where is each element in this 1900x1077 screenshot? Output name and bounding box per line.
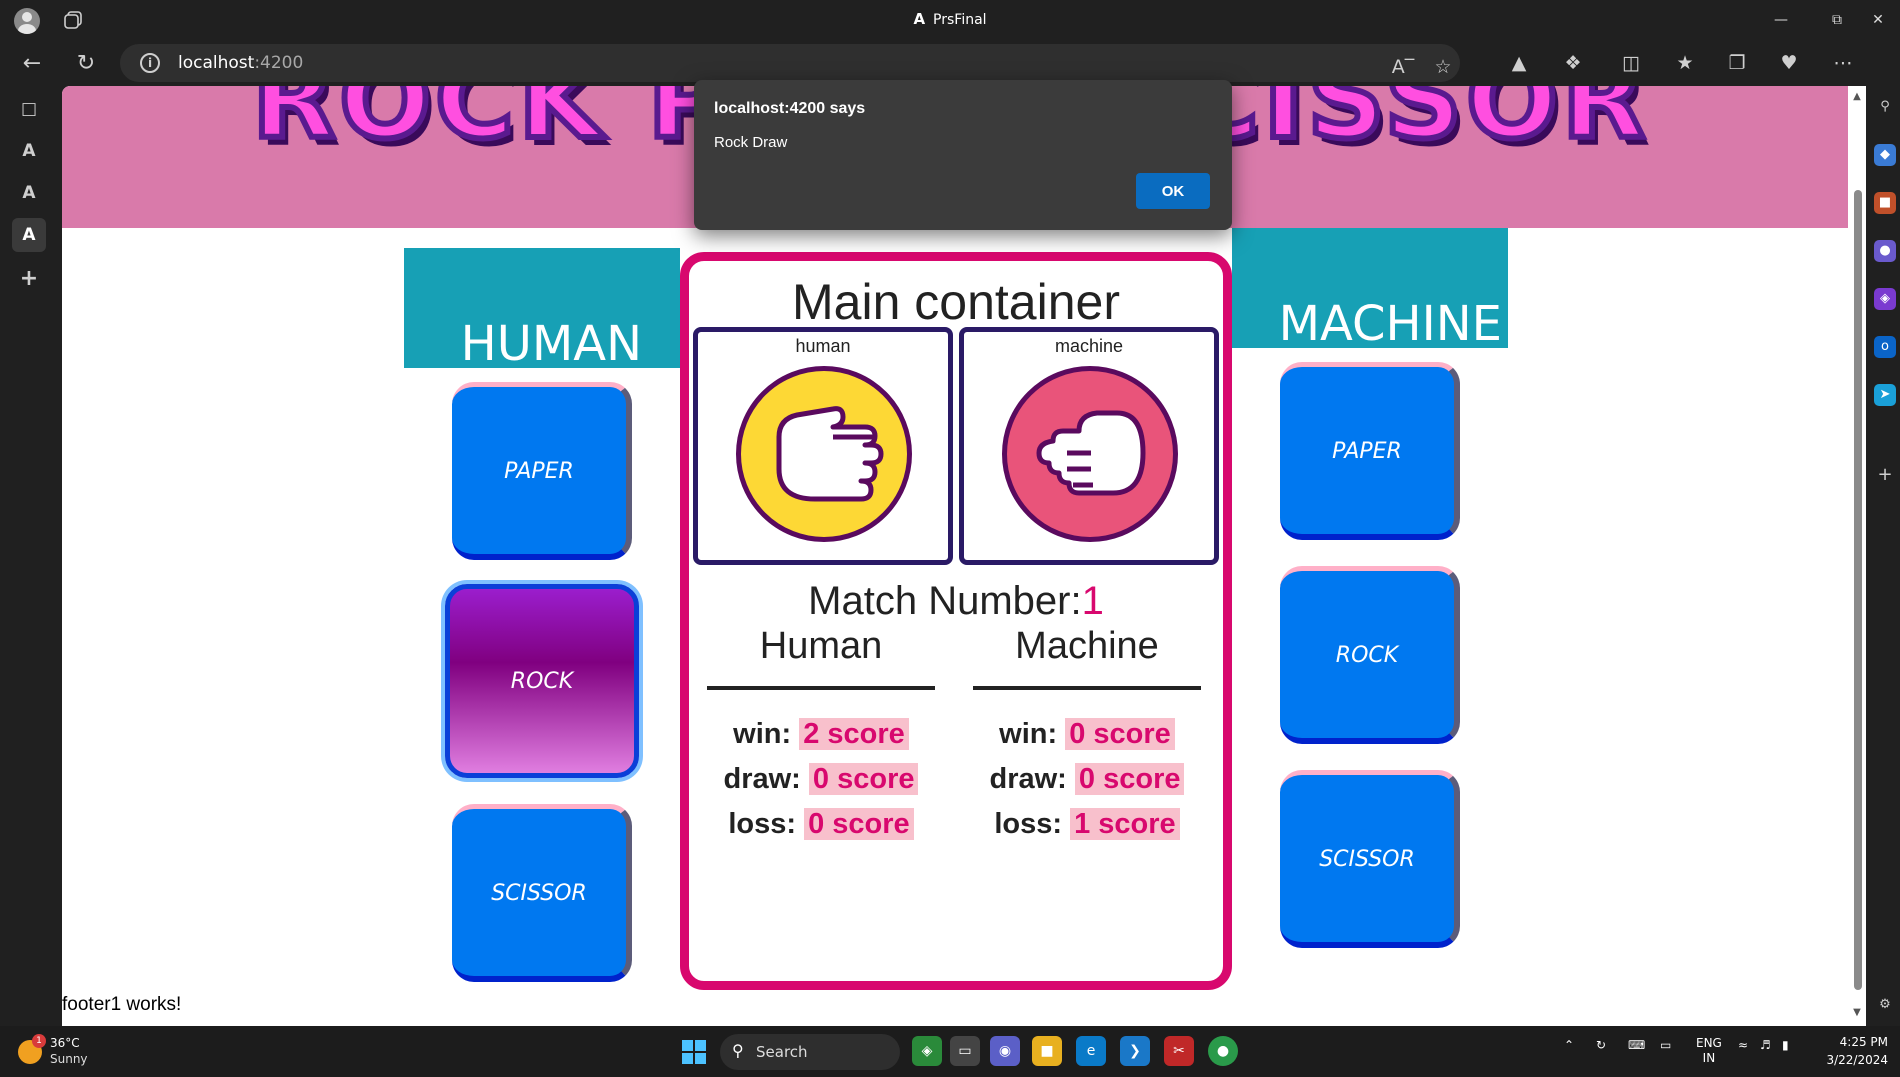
machine-paper-button[interactable]: PAPER: [1280, 362, 1460, 540]
split-screen-icon[interactable]: ◫: [1618, 50, 1644, 76]
dialog-ok-button[interactable]: OK: [1136, 173, 1210, 209]
match-number-value: 1: [1081, 579, 1104, 623]
edge-browser-icon[interactable]: e: [1076, 1036, 1106, 1066]
extension-icon[interactable]: ▲: [1506, 50, 1532, 76]
add-sidebar-icon[interactable]: +: [1874, 464, 1896, 486]
tools-icon[interactable]: ■: [1874, 192, 1896, 214]
dialog-title: localhost:4200 says: [714, 100, 866, 117]
battery-icon[interactable]: ▮: [1782, 1038, 1789, 1052]
human-header: HUMAN: [404, 248, 680, 372]
rock-fist-icon: [1002, 366, 1178, 542]
chrome-icon[interactable]: ●: [1208, 1036, 1238, 1066]
weather-badge: 1: [32, 1034, 46, 1048]
shopping-icon[interactable]: ◆: [1874, 144, 1896, 166]
clock-date: 3/22/2024: [1826, 1053, 1888, 1067]
active-tab-icon[interactable]: A: [12, 218, 46, 252]
volume-icon[interactable]: ♬: [1760, 1038, 1771, 1052]
language-indicator[interactable]: ENG IN: [1696, 1036, 1722, 1066]
task-view-icon[interactable]: ▭: [950, 1036, 980, 1066]
more-menu-icon[interactable]: ⋯: [1830, 50, 1856, 76]
favorite-star-icon[interactable]: ☆: [1430, 54, 1456, 80]
machine-rock-button[interactable]: ROCK: [1280, 566, 1460, 744]
dialog-message: Rock Draw: [714, 134, 788, 151]
outlook-icon[interactable]: o: [1874, 336, 1896, 358]
window-title: A PrsFinal: [913, 10, 987, 28]
human-paper-button[interactable]: PAPER: [452, 382, 632, 560]
close-button[interactable]: ✕: [1858, 6, 1898, 34]
widgets-icon[interactable]: ◈: [912, 1036, 942, 1066]
footer-text: footer1 works!: [62, 994, 182, 1015]
read-aloud-icon[interactable]: A‾: [1390, 54, 1416, 80]
alert-dialog: localhost:4200 says Rock Draw OK: [694, 80, 1232, 230]
machine-caption: machine: [1054, 336, 1124, 356]
edge-sidebar: ⚲ ◆ ■ ● ◈ o ➤ + ⚙: [1868, 86, 1900, 1026]
page-scrollbar[interactable]: ▲ ▼: [1848, 86, 1866, 1026]
sync-icon[interactable]: ↻: [1596, 1038, 1606, 1052]
tab-icon[interactable]: A: [12, 134, 46, 168]
refresh-button[interactable]: ↻: [70, 48, 102, 80]
sidebar-settings-icon[interactable]: ⚙: [1874, 994, 1896, 1016]
clock-time: 4:25 PM: [1839, 1035, 1888, 1049]
back-button[interactable]: ←: [16, 48, 48, 80]
site-info-icon[interactable]: i: [140, 53, 160, 73]
new-tab-icon[interactable]: +: [12, 262, 46, 296]
display-icon[interactable]: ▭: [1660, 1038, 1671, 1052]
machine-loss-row: loss: 1 score: [973, 808, 1201, 841]
main-container: Main container human machine Match Numbe…: [680, 252, 1232, 990]
restore-button[interactable]: ⧉: [1814, 6, 1860, 34]
minimize-button[interactable]: —: [1758, 6, 1804, 34]
taskbar-search[interactable]: ⚲ Search: [720, 1034, 900, 1070]
clock[interactable]: 4:25 PM 3/22/2024: [1812, 1033, 1888, 1069]
favorites-icon[interactable]: ★: [1672, 50, 1698, 76]
human-draw-row: draw: 0 score: [707, 763, 935, 796]
send-icon[interactable]: ➤: [1874, 384, 1896, 406]
taskbar: 1 36°C Sunny ⚲ Search ◈ ▭ ◉ ■ e ❯ ✂ ● ⌃ …: [0, 1026, 1900, 1077]
machine-draw-row: draw: 0 score: [973, 763, 1201, 796]
human-score-title: Human: [707, 625, 935, 690]
file-explorer-icon[interactable]: ■: [1032, 1036, 1062, 1066]
keyboard-icon[interactable]: ⌨: [1628, 1038, 1645, 1052]
scroll-down-icon[interactable]: ▼: [1851, 1008, 1863, 1018]
windows-start-icon[interactable]: [682, 1040, 706, 1064]
vertical-tabs-sidebar: □ A A A +: [0, 86, 60, 1026]
search-icon: ⚲: [732, 1041, 744, 1060]
weather-condition: Sunny: [50, 1052, 88, 1066]
machine-score-title: Machine: [973, 625, 1201, 690]
url-field[interactable]: i localhost:4200 A‾ ☆: [120, 44, 1460, 82]
machine-choice-panel: machine: [959, 327, 1219, 565]
wifi-icon[interactable]: ≈: [1738, 1038, 1748, 1052]
tab-icon[interactable]: A: [12, 176, 46, 210]
machine-header: MACHINE: [1232, 228, 1508, 352]
weather-temp: 36°C: [50, 1036, 80, 1050]
people-icon[interactable]: ●: [1874, 240, 1896, 262]
collections-icon[interactable]: ❐: [1724, 50, 1750, 76]
paper-hand-icon: [736, 366, 912, 542]
machine-win-row: win: 0 score: [973, 718, 1201, 751]
match-number: Match Number:1: [808, 579, 1104, 623]
tab-actions-icon[interactable]: □: [12, 92, 46, 126]
extensions-puzzle-icon[interactable]: ❖: [1560, 50, 1586, 76]
show-hidden-icons-icon[interactable]: ⌃: [1564, 1038, 1574, 1052]
human-caption: human: [795, 336, 851, 356]
scroll-up-icon[interactable]: ▲: [1851, 92, 1863, 102]
url-text[interactable]: localhost:4200: [178, 53, 303, 73]
title-bar: A PrsFinal — ⧉ ✕: [0, 0, 1900, 40]
vscode-icon[interactable]: ❯: [1120, 1036, 1150, 1066]
human-scissor-button[interactable]: SCISSOR: [452, 804, 632, 982]
human-choice-panel: human: [693, 327, 953, 565]
angular-logo-icon: A: [913, 10, 926, 28]
human-loss-row: loss: 0 score: [707, 808, 935, 841]
machine-score-column: Machine win: 0 score draw: 0 score loss:…: [973, 625, 1201, 841]
search-icon[interactable]: ⚲: [1874, 96, 1896, 118]
human-rock-button[interactable]: ROCK: [445, 584, 639, 778]
machine-scissor-button[interactable]: SCISSOR: [1280, 770, 1460, 948]
teams-chat-icon[interactable]: ◉: [990, 1036, 1020, 1066]
human-score-column: Human win: 2 score draw: 0 score loss: 0…: [707, 625, 935, 841]
main-title: Main container: [792, 274, 1120, 330]
human-win-row: win: 2 score: [707, 718, 935, 751]
copilot-icon[interactable]: ◈: [1874, 288, 1896, 310]
snipping-tool-icon[interactable]: ✂: [1164, 1036, 1194, 1066]
browser-essentials-icon[interactable]: ♥: [1776, 50, 1802, 76]
scroll-thumb[interactable]: [1854, 190, 1862, 990]
